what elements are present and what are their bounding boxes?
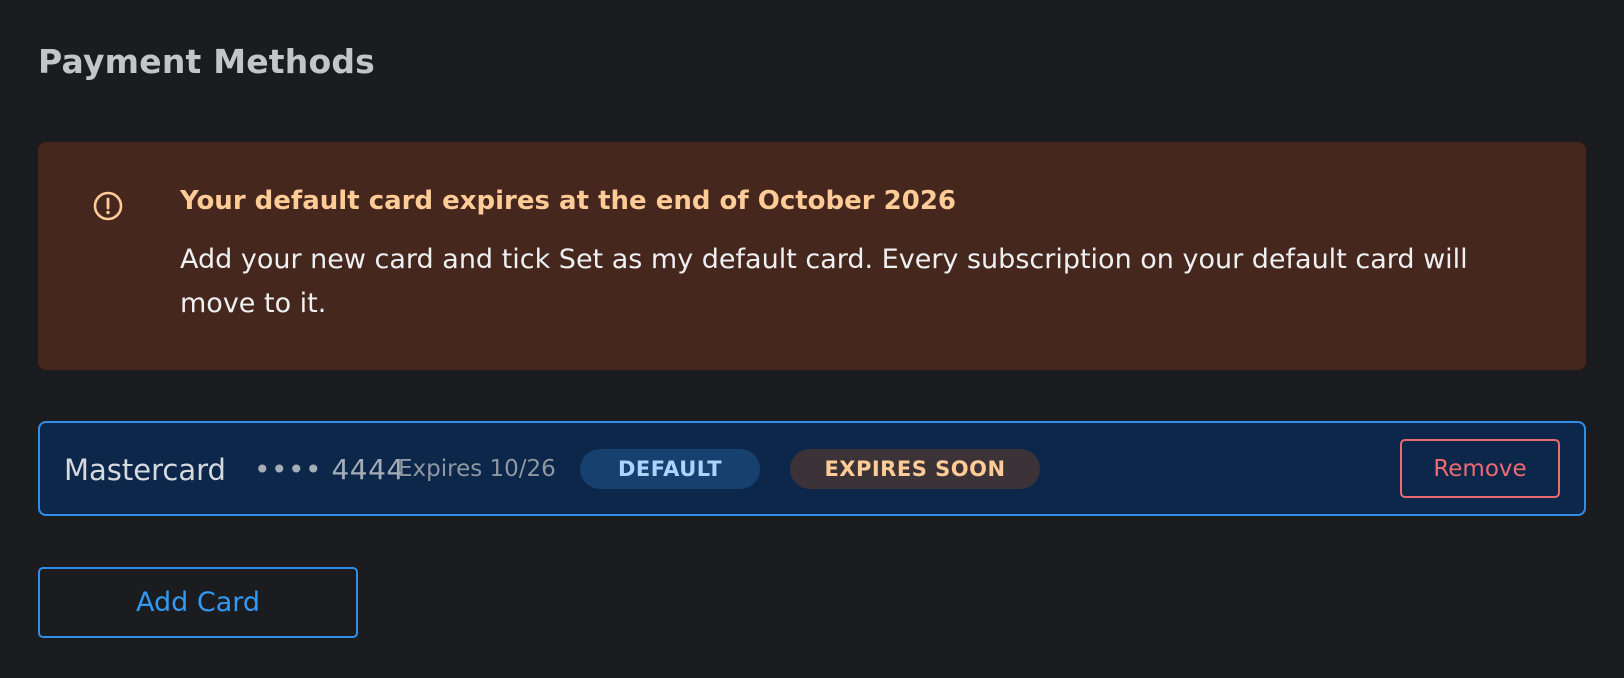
remove-card-button[interactable]: Remove bbox=[1400, 439, 1560, 498]
page-title: Payment Methods bbox=[38, 42, 376, 81]
expiry-warning-alert: Your default card expires at the end of … bbox=[38, 142, 1586, 370]
default-badge: DEFAULT bbox=[580, 449, 760, 489]
alert-title: Your default card expires at the end of … bbox=[180, 186, 957, 216]
add-card-button[interactable]: Add Card bbox=[38, 567, 358, 638]
card-brand: Mastercard bbox=[64, 453, 226, 487]
card-expiry: Expires 10/26 bbox=[398, 456, 556, 482]
alert-body: Add your new card and tick Set as my def… bbox=[180, 244, 1468, 319]
exclamation-circle-icon bbox=[92, 190, 124, 222]
expires-soon-badge: EXPIRES SOON bbox=[790, 449, 1040, 489]
payment-methods-page: Payment Methods Your default card expire… bbox=[0, 0, 1624, 678]
card-number: •••• 4444 bbox=[254, 453, 405, 486]
payment-card-row[interactable]: Mastercard •••• 4444 Expires 10/26 DEFAU… bbox=[38, 421, 1586, 516]
